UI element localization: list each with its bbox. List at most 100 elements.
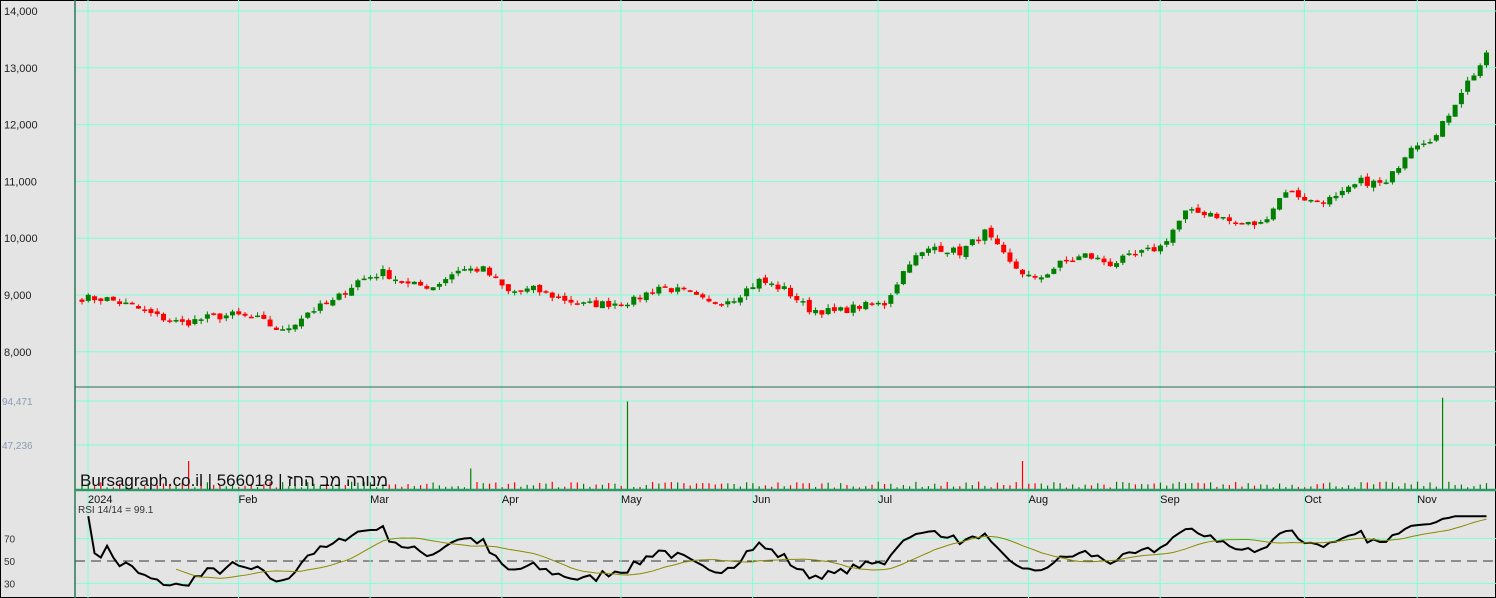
stock-chart: 14,000 13,000 12,000 11,000 10,000 9,000 8,000…: [0, 0, 1496, 598]
candle-up: [1026, 274, 1032, 277]
candle-down: [1107, 261, 1113, 267]
candle-down: [681, 287, 687, 290]
candle-down: [882, 303, 888, 306]
candle-up: [756, 278, 762, 289]
candle-up: [1446, 115, 1452, 123]
candle-down: [179, 319, 185, 322]
candle-down: [505, 284, 511, 292]
candle-down: [248, 316, 254, 319]
candle-up: [330, 299, 336, 306]
candle-up: [1095, 257, 1101, 260]
candle-down: [386, 270, 392, 279]
candle-down: [1251, 221, 1257, 226]
candle-up: [1082, 253, 1088, 258]
candle-down: [1020, 269, 1025, 275]
candle-down: [1070, 260, 1076, 263]
candle-down: [706, 298, 712, 302]
candle-down: [1013, 261, 1019, 269]
candle-down: [273, 327, 279, 330]
candle-down: [217, 313, 223, 320]
candle-down: [819, 310, 825, 315]
candle-up: [781, 286, 787, 289]
candle-down: [236, 311, 242, 315]
candle-up: [173, 320, 179, 322]
candle-up: [336, 293, 342, 300]
candle-up: [1440, 121, 1446, 137]
candle-up: [292, 324, 298, 330]
candle-down: [856, 306, 862, 309]
candle-down: [662, 286, 668, 288]
candle-down: [762, 277, 768, 284]
candle-up: [449, 274, 455, 280]
candle-down: [1302, 196, 1308, 201]
candle-down: [242, 313, 248, 316]
candle-down: [1032, 275, 1038, 278]
candle-down: [117, 301, 123, 305]
candle-up: [85, 294, 91, 301]
candle-up: [461, 269, 467, 271]
candle-down: [186, 320, 192, 326]
candle-up: [1283, 192, 1289, 198]
candle-down: [405, 281, 411, 284]
candle-up: [1277, 198, 1283, 210]
candle-down: [1088, 253, 1094, 259]
candle-up: [643, 292, 649, 301]
candle-up: [769, 283, 775, 286]
month-label: Oct: [1304, 494, 1321, 506]
candle-up: [1189, 209, 1195, 211]
candle-up: [436, 283, 442, 287]
candle-down: [869, 303, 875, 305]
candle-up: [1408, 147, 1414, 159]
candle-up: [255, 315, 261, 318]
candle-up: [123, 302, 129, 305]
candle-up: [468, 268, 474, 271]
candle-up: [1126, 253, 1132, 255]
candle-up: [443, 279, 449, 284]
candle-up: [1383, 182, 1389, 184]
candle-up: [894, 284, 900, 294]
candle-down: [562, 295, 568, 301]
candle-down: [110, 296, 116, 301]
candle-up: [1333, 195, 1339, 199]
candle-up: [863, 301, 869, 310]
chart-background: [0, 0, 1496, 598]
candle-down: [1364, 176, 1370, 186]
candle-up: [982, 229, 988, 241]
candle-up: [305, 312, 311, 318]
candle-down: [976, 239, 982, 242]
candle-up: [612, 303, 618, 306]
candle-down: [794, 296, 800, 301]
candle-up: [192, 319, 198, 324]
candle-up: [411, 281, 417, 285]
candle-up: [298, 318, 304, 327]
candle-up: [907, 264, 913, 273]
candle-up: [875, 302, 881, 305]
candle-up: [800, 301, 806, 303]
candle-up: [1170, 229, 1176, 243]
candle-up: [1402, 157, 1408, 169]
candle-up: [455, 270, 461, 274]
candle-up: [656, 286, 662, 294]
candle-up: [750, 287, 756, 290]
price-tick-label: 14,000: [4, 6, 38, 18]
candle-down: [1132, 253, 1138, 256]
candle-up: [725, 301, 731, 305]
candle-down: [1001, 244, 1007, 253]
candle-up: [1183, 210, 1189, 220]
price-tick-label: 10,000: [4, 233, 38, 245]
candle-up: [913, 255, 919, 266]
candle-down: [719, 304, 725, 306]
candle-up: [587, 301, 593, 303]
candle-up: [731, 301, 737, 303]
candle-up: [1270, 208, 1276, 220]
candle-down: [324, 302, 330, 305]
candle-down: [1101, 258, 1107, 263]
candle-up: [1415, 145, 1421, 150]
candle-up: [624, 304, 630, 307]
candle-up: [1452, 104, 1458, 117]
candle-up: [223, 315, 229, 319]
candle-up: [1051, 268, 1057, 274]
candle-up: [311, 311, 317, 313]
candle-down: [712, 302, 718, 304]
candle-down: [92, 296, 98, 301]
